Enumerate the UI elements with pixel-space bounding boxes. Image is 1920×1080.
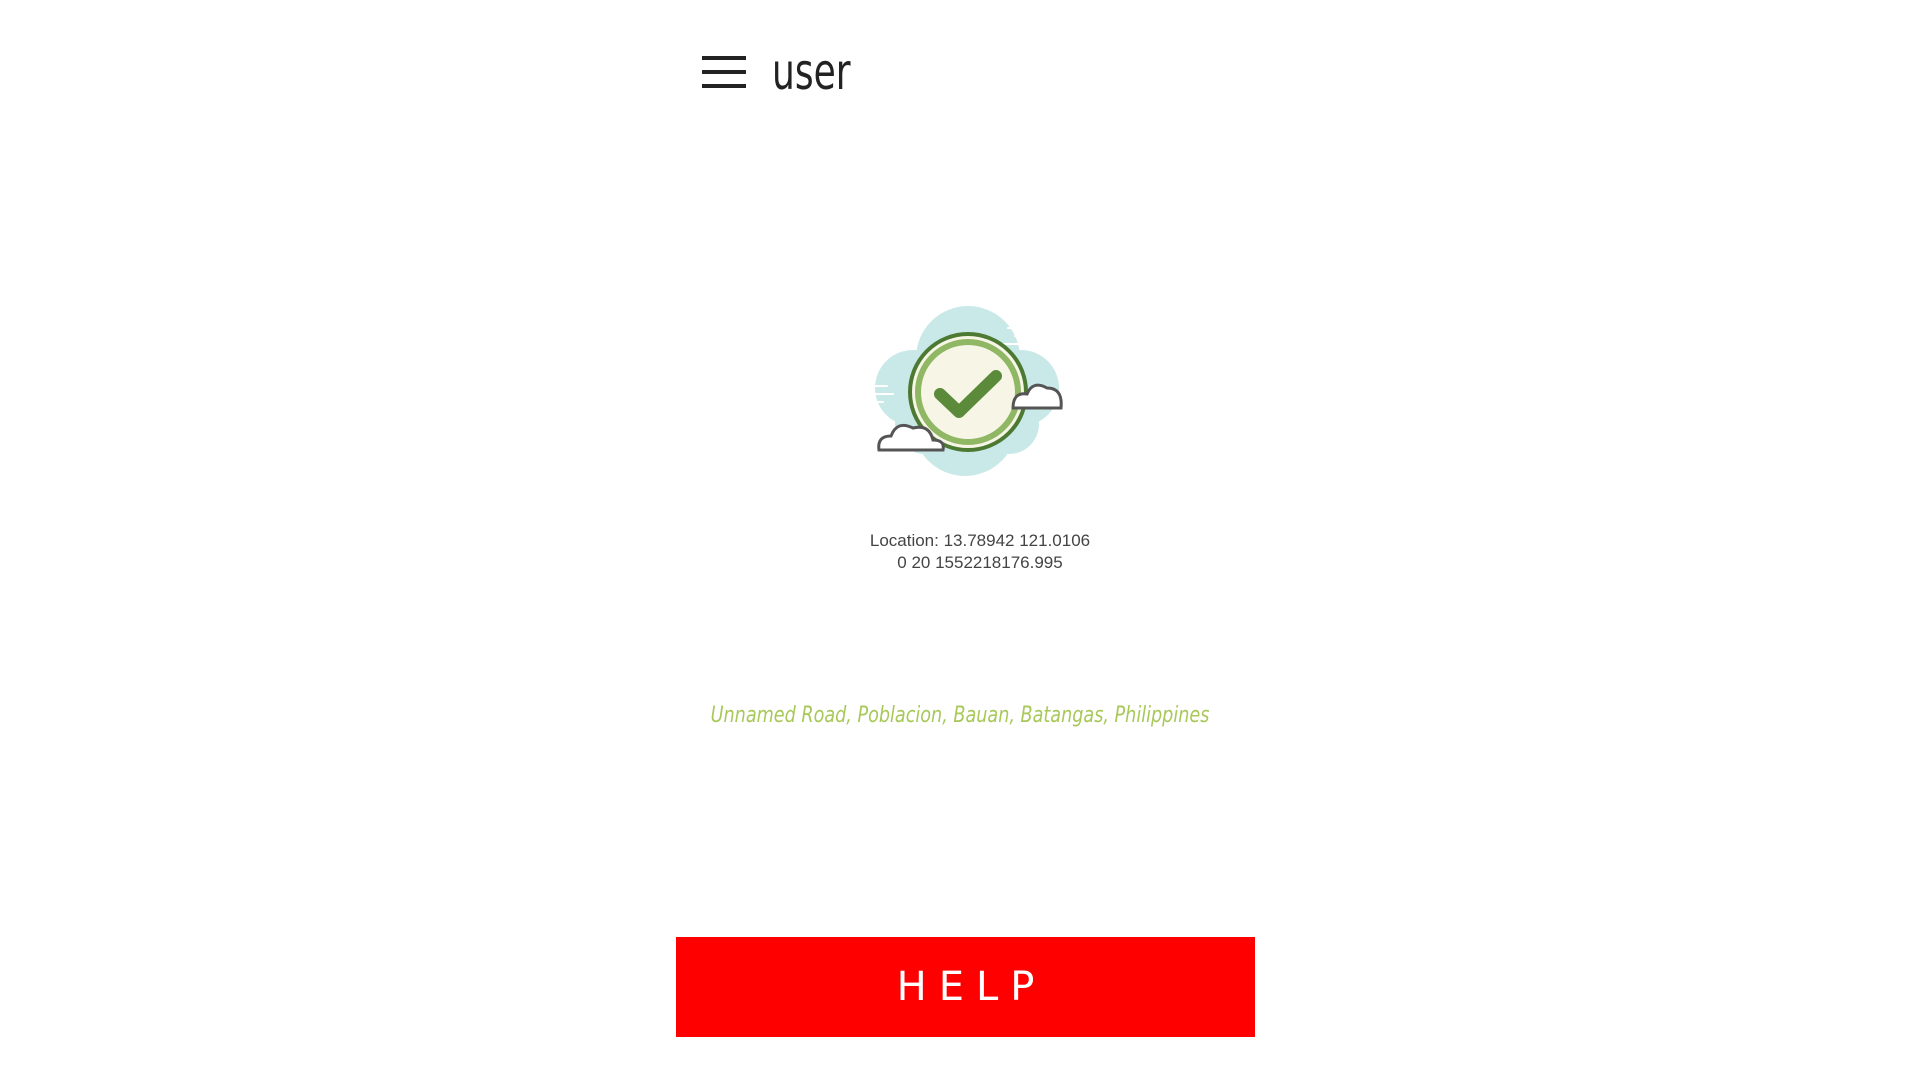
help-button[interactable]: HELP	[676, 937, 1255, 1037]
location-coordinates: Location: 13.78942 121.0106	[869, 531, 1091, 550]
app-title: user	[772, 43, 851, 101]
hamburger-menu-icon	[702, 54, 746, 90]
help-button-label: HELP	[896, 964, 1047, 1010]
location-readout: Location: 13.78942 121.0106 0 20 1552218…	[760, 530, 1200, 574]
location-details: 0 20 1552218176.995	[897, 553, 1063, 572]
address-label: Unnamed Road, Poblacion, Bauan, Batangas…	[710, 703, 1210, 728]
menu-button[interactable]	[696, 44, 752, 100]
cloud-checkmark-icon	[853, 296, 1079, 492]
app-toolbar: user	[676, 30, 881, 114]
app-screen: user Location: 13.78942 121.0106 0 20 15…	[0, 0, 1920, 1080]
